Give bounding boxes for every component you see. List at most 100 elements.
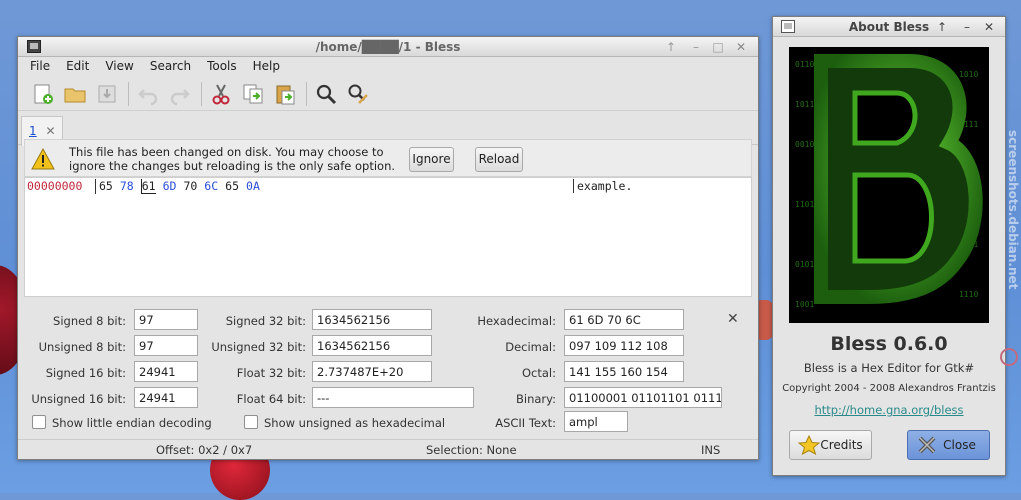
octal-field[interactable]: 141 155 160 154 — [564, 361, 684, 382]
signed8-label: Signed 8 bit: — [53, 314, 126, 328]
about-dialog: About Bless ↑ – ✕ 0110 1011 0010 1101 0101 10… — [772, 16, 1006, 476]
unsigned16-field[interactable]: 24941 — [134, 387, 198, 408]
keep-above-button[interactable]: ↑ — [934, 19, 950, 35]
menu-tools[interactable]: Tools — [199, 57, 245, 77]
status-mode[interactable]: INS — [701, 443, 720, 457]
paste-icon — [276, 85, 295, 104]
signed16-field[interactable]: 24941 — [134, 361, 198, 382]
cut-button[interactable] — [206, 79, 236, 109]
open-file-button[interactable] — [60, 79, 90, 109]
copy-button[interactable] — [238, 79, 268, 109]
close-x-icon — [918, 436, 936, 454]
warning-icon — [31, 148, 55, 170]
little-endian-label[interactable]: Show little endian decoding — [52, 416, 212, 430]
float64-field[interactable]: --- — [312, 387, 474, 408]
unsigned8-label: Unsigned 8 bit: — [38, 340, 126, 354]
svg-text:1001: 1001 — [795, 300, 814, 309]
close-window-button[interactable]: ✕ — [733, 39, 749, 55]
menu-view[interactable]: View — [97, 57, 141, 77]
signed8-field[interactable]: 97 — [134, 309, 198, 330]
ascii-text-field[interactable]: ampl — [564, 411, 628, 432]
keep-above-button[interactable]: ↑ — [663, 39, 679, 55]
paste-button[interactable] — [270, 79, 300, 109]
watermark-badge-icon — [1000, 348, 1018, 366]
hex-view[interactable]: 00000000 65 78 61 6D 70 6C 65 0A example. — [24, 177, 752, 297]
conversion-table: Signed 8 bit: 97 Unsigned 8 bit: 97 Sign… — [22, 301, 756, 432]
new-file-button[interactable] — [28, 79, 58, 109]
minimize-button[interactable]: – — [688, 39, 704, 55]
binary-label: Binary: — [516, 392, 556, 406]
find-button[interactable] — [311, 79, 341, 109]
menu-file[interactable]: File — [22, 57, 58, 77]
signed16-label: Signed 16 bit: — [45, 366, 126, 380]
find-replace-icon — [348, 84, 368, 104]
tab-close-icon[interactable]: ✕ — [45, 124, 55, 138]
toolbar-separator — [128, 81, 129, 106]
menu-edit[interactable]: Edit — [58, 57, 97, 77]
reload-button[interactable]: Reload — [475, 147, 523, 172]
svg-text:0010: 0010 — [795, 140, 814, 149]
find-replace-button[interactable] — [343, 79, 373, 109]
close-button[interactable]: Close — [907, 430, 990, 460]
about-titlebar[interactable]: About Bless ↑ – ✕ — [773, 17, 1005, 37]
hex-byte[interactable]: 70 — [183, 179, 197, 193]
redo-button[interactable] — [165, 79, 195, 109]
unsigned8-field[interactable]: 97 — [134, 335, 198, 356]
hex-byte[interactable]: 6C — [204, 179, 218, 193]
unsigned-hex-label[interactable]: Show unsigned as hexadecimal — [264, 416, 445, 430]
redo-icon — [170, 88, 190, 105]
undo-icon — [138, 88, 158, 105]
float64-label: Float 64 bit: — [236, 392, 306, 406]
hexadecimal-field[interactable]: 61 6D 70 6C — [564, 309, 684, 330]
about-app-name: Bless 0.6.0 — [830, 333, 948, 355]
ascii-column[interactable]: example. — [573, 179, 632, 193]
hex-byte[interactable]: 65 — [225, 179, 239, 193]
hex-byte[interactable]: 78 — [120, 179, 134, 193]
matrix-b-logo-icon: 011010110010110101011001 101001111100001… — [795, 54, 983, 309]
file-changed-infobar: This file has been changed on disk. You … — [24, 139, 752, 177]
minimize-button[interactable]: – — [959, 19, 975, 35]
little-endian-checkbox[interactable] — [32, 415, 46, 429]
open-folder-icon — [64, 88, 86, 102]
toolbar-separator — [201, 81, 202, 106]
watermark: screenshots.debian.net — [1006, 130, 1020, 290]
octal-label: Octal: — [521, 366, 556, 380]
unsigned32-label: Unsigned 32 bit: — [211, 340, 306, 354]
hex-byte[interactable]: 6D — [163, 179, 177, 193]
about-website-link[interactable]: http://home.gna.org/bless — [773, 403, 1005, 417]
hexadecimal-label: Hexadecimal: — [477, 314, 556, 328]
svg-text:1011: 1011 — [795, 100, 814, 109]
signed32-field[interactable]: 1634562156 — [312, 309, 432, 330]
credits-button[interactable]: Credits — [789, 430, 872, 460]
undo-button[interactable] — [133, 79, 163, 109]
ignore-button[interactable]: Ignore — [409, 147, 454, 172]
unsigned32-field[interactable]: 1634562156 — [312, 335, 432, 356]
unsigned16-label: Unsigned 16 bit: — [31, 392, 126, 406]
close-conversion-icon[interactable]: ✕ — [727, 311, 739, 327]
svg-text:1010: 1010 — [959, 70, 978, 79]
svg-text:0101: 0101 — [795, 260, 814, 269]
close-about-button[interactable]: ✕ — [981, 19, 997, 35]
decimal-field[interactable]: 097 109 112 108 — [564, 335, 684, 356]
hex-byte-cursor[interactable]: 61 — [140, 179, 156, 194]
float32-field[interactable]: 2.737487E+20 — [312, 361, 432, 382]
hex-byte[interactable]: 0A — [246, 179, 260, 193]
new-file-icon — [34, 84, 53, 104]
toolbar — [18, 77, 758, 111]
save-button[interactable] — [92, 79, 122, 109]
about-copyright: Copyright 2004 - 2008 Alexandros Frantzi… — [782, 383, 996, 394]
star-icon — [798, 435, 820, 455]
hex-bytes-area[interactable]: 65 78 61 6D 70 6C 65 0A — [95, 179, 267, 194]
status-offset: Offset: 0x2 / 0x7 — [156, 443, 253, 457]
svg-text:1110: 1110 — [959, 290, 978, 299]
menu-help[interactable]: Help — [245, 57, 288, 77]
hex-byte[interactable]: 65 — [99, 179, 113, 193]
maximize-button[interactable]: □ — [710, 39, 726, 55]
ascii-text-label: ASCII Text: — [495, 416, 556, 430]
main-titlebar[interactable]: /home/████/1 - Bless ↑ – □ ✕ — [18, 37, 758, 57]
unsigned-hex-checkbox[interactable] — [244, 415, 258, 429]
binary-field[interactable]: 01100001 01101101 01110000 01101100 — [564, 387, 722, 408]
close-label: Close — [943, 438, 976, 452]
menu-search[interactable]: Search — [142, 57, 199, 77]
tab-label[interactable]: 1 — [29, 124, 37, 138]
